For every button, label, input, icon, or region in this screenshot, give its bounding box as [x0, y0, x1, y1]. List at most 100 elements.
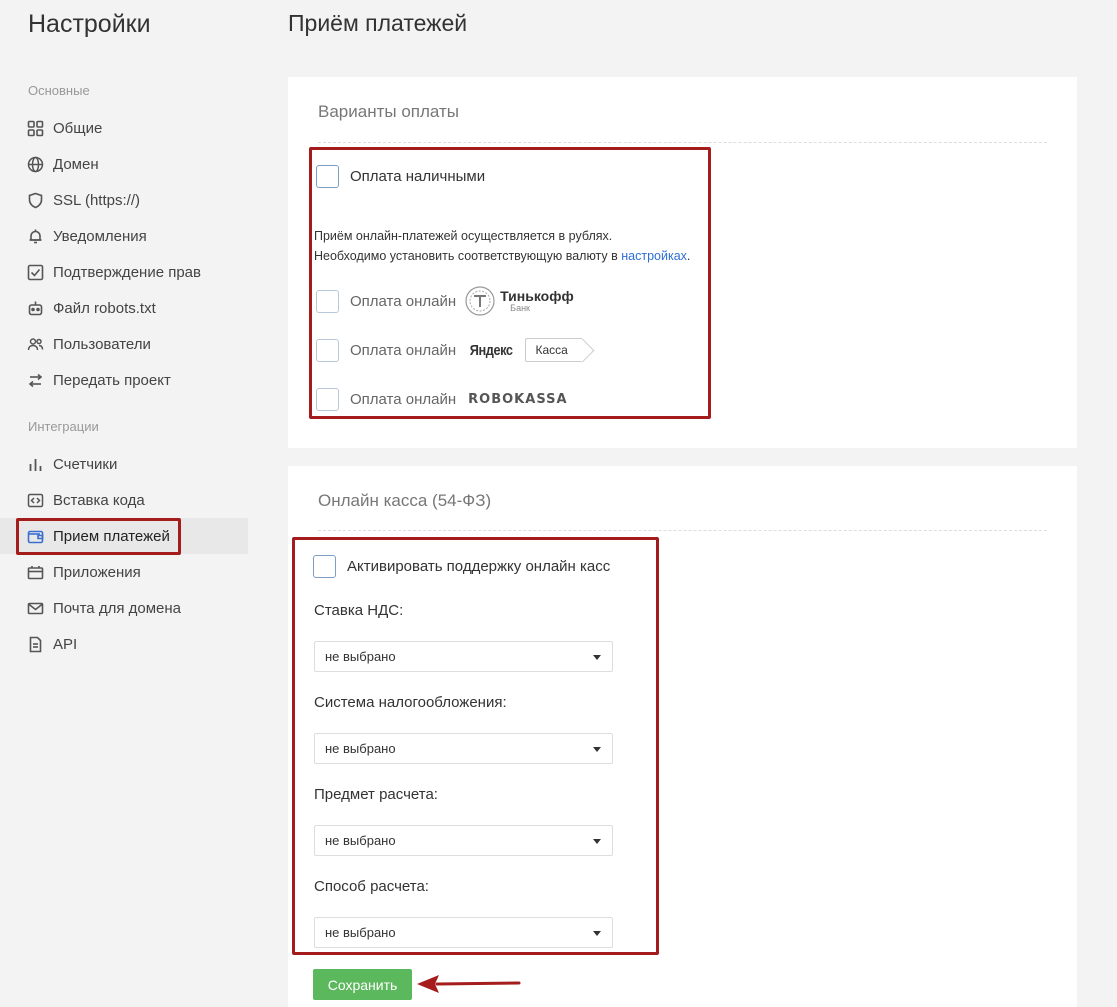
divider	[318, 530, 1047, 531]
tinkoff-payment-option[interactable]: Оплата онлайн Тинькофф Банк	[316, 286, 574, 316]
info-text: Необходимо установить соответствующую ва…	[314, 249, 622, 263]
cash-label: Оплата наличными	[350, 168, 486, 185]
divider	[318, 142, 1047, 143]
page-title: Приём платежей	[288, 10, 468, 36]
activate-kassa-label: Активировать поддержку онлайн касс	[347, 558, 611, 575]
sidebar-item-ssl[interactable]: SSL (https://)	[0, 182, 248, 218]
sidebar-item-code[interactable]: Вставка кода	[0, 482, 248, 518]
tinkoff-checkbox[interactable]	[316, 289, 339, 313]
sidebar-item-label: API	[53, 635, 78, 653]
online-label: Оплата онлайн	[350, 390, 457, 408]
payment-options-card: Варианты оплаты Оплата наличными Приём о…	[288, 77, 1077, 448]
tinkoff-sub: Банк	[510, 303, 530, 313]
sidebar-item-transfer[interactable]: Передать проект	[0, 362, 248, 398]
sidebar-item-payments[interactable]: Прием платежей	[0, 518, 248, 555]
sidebar-item-label: Уведомления	[53, 227, 147, 245]
select-value: не выбрано	[325, 649, 396, 664]
apps-icon	[27, 564, 44, 581]
sidebar-item-label: Прием платежей	[53, 527, 170, 545]
tinkoff-name: Тинькофф	[500, 288, 574, 304]
sidebar-item-apps[interactable]: Приложения	[0, 554, 248, 590]
info-line-2: Необходимо установить соответствующую ва…	[314, 246, 690, 266]
online-kassa-title: Онлайн касса (54-ФЗ)	[318, 491, 492, 510]
kassa-tag: Касса	[524, 338, 582, 362]
code-icon	[27, 492, 44, 509]
caret-down-icon	[593, 839, 601, 844]
caret-down-icon	[593, 655, 601, 660]
yandex-name: Яндекс	[469, 341, 513, 359]
payment-method-label: Способ расчета:	[314, 878, 429, 895]
payment-subject-select[interactable]: не выбрано	[314, 825, 613, 856]
sidebar-title: Настройки	[28, 10, 151, 38]
yandex-kassa-logo: Яндекс Касса	[464, 338, 582, 362]
shield-icon	[27, 192, 44, 209]
settings-link[interactable]: настройках	[621, 249, 687, 263]
sidebar-item-label: Приложения	[53, 563, 141, 581]
mail-icon	[27, 600, 44, 617]
bar-chart-icon	[27, 456, 44, 473]
section-label-integrations: Интеграции	[28, 419, 99, 434]
payment-subject-label: Предмет расчета:	[314, 786, 438, 803]
sidebar-item-label: Пользователи	[53, 335, 151, 353]
sidebar-item-label: Почта для домена	[53, 599, 181, 617]
robokassa-payment-option[interactable]: Оплата онлайн ROBOKASSA	[316, 387, 568, 411]
sidebar-item-users[interactable]: Пользователи	[0, 326, 248, 362]
online-label: Оплата онлайн	[350, 341, 457, 359]
cash-checkbox[interactable]	[316, 165, 339, 188]
tinkoff-emblem-icon	[465, 286, 495, 316]
sidebar-item-label: Подтверждение прав	[53, 263, 201, 281]
info-line-1: Приём онлайн-платежей осуществляется в р…	[314, 229, 613, 243]
globe-icon	[27, 156, 44, 173]
tax-system-select[interactable]: не выбрано	[314, 733, 613, 764]
tinkoff-logo: Тинькофф Банк	[464, 285, 574, 317]
section-label-main: Основные	[28, 83, 90, 98]
activate-kassa-checkbox[interactable]	[313, 555, 336, 578]
vat-rate-label: Ставка НДС:	[314, 602, 404, 619]
bell-icon	[27, 228, 44, 245]
payment-method-select[interactable]: не выбрано	[314, 917, 613, 948]
save-button[interactable]: Сохранить	[313, 969, 412, 1000]
document-icon	[27, 636, 44, 653]
sidebar-item-label: Вставка кода	[53, 491, 145, 509]
sidebar-item-counters[interactable]: Счетчики	[0, 446, 248, 482]
select-value: не выбрано	[325, 833, 396, 848]
sidebar-item-notifications[interactable]: Уведомления	[0, 218, 248, 254]
robot-icon	[27, 300, 44, 317]
main-content: Приём платежей Варианты оплаты Оплата на…	[248, 0, 1117, 1007]
select-value: не выбрано	[325, 925, 396, 940]
online-kassa-card: Онлайн касса (54-ФЗ) Активировать поддер…	[288, 466, 1077, 1007]
users-icon	[27, 336, 44, 353]
sidebar-item-verification[interactable]: Подтверждение прав	[0, 254, 248, 290]
grid-icon	[27, 120, 44, 137]
sidebar-item-mail[interactable]: Почта для домена	[0, 590, 248, 626]
arrow-left-icon	[417, 975, 521, 993]
vat-rate-select[interactable]: не выбрано	[314, 641, 613, 672]
yandex-checkbox[interactable]	[316, 338, 339, 362]
info-period: .	[686, 249, 691, 263]
wallet-icon	[27, 528, 44, 545]
sidebar-item-general[interactable]: Общие	[0, 110, 248, 146]
yandex-payment-option[interactable]: Оплата онлайн Яндекс Касса	[316, 338, 582, 362]
payment-options-title: Варианты оплаты	[318, 102, 459, 121]
online-label: Оплата онлайн	[350, 292, 457, 310]
robokassa-logo: ROBOKASSA	[468, 392, 567, 407]
sidebar-item-label: Файл robots.txt	[53, 299, 156, 317]
caret-down-icon	[593, 747, 601, 752]
sidebar-item-label: SSL (https://)	[53, 191, 140, 209]
select-value: не выбрано	[325, 741, 396, 756]
currency-info: Приём онлайн-платежей осуществляется в р…	[314, 226, 690, 266]
cash-payment-option[interactable]: Оплата наличными	[316, 165, 485, 188]
sidebar-item-label: Передать проект	[53, 371, 171, 389]
sidebar-item-label: Счетчики	[53, 455, 118, 473]
sidebar-item-label: Общие	[53, 119, 103, 137]
activate-kassa-option[interactable]: Активировать поддержку онлайн касс	[313, 555, 610, 578]
sidebar-item-robots[interactable]: Файл robots.txt	[0, 290, 248, 326]
transfer-icon	[27, 372, 44, 389]
sidebar-item-domain[interactable]: Домен	[0, 146, 248, 182]
sidebar-item-api[interactable]: API	[0, 626, 248, 662]
sidebar-item-label: Домен	[53, 155, 99, 173]
robokassa-name: ROBOKASSA	[468, 391, 568, 407]
tax-system-label: Система налогообложения:	[314, 694, 507, 711]
caret-down-icon	[593, 931, 601, 936]
robokassa-checkbox[interactable]	[316, 387, 339, 411]
